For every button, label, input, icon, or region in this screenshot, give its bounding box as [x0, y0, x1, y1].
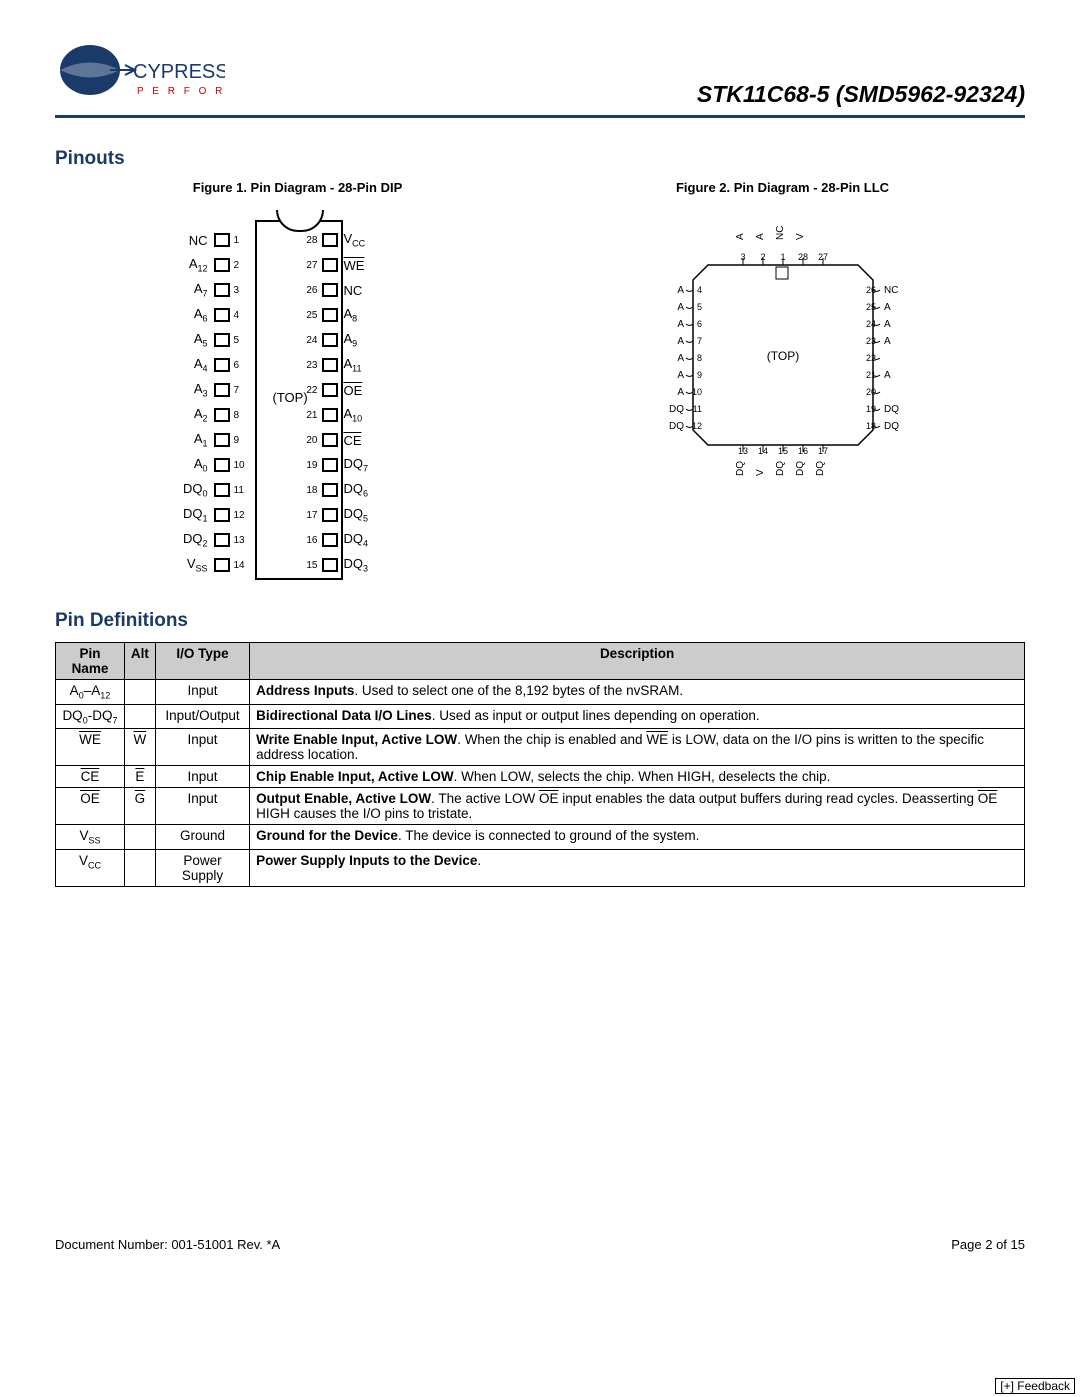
col-description: Description	[250, 643, 1025, 680]
dip-pin-row: VSS1415DQ3	[148, 553, 448, 577]
figure-1: Figure 1. Pin Diagram - 28-Pin DIP (TOP)…	[55, 180, 540, 590]
dip-pin-row: A7326NC	[148, 278, 448, 302]
figure-1-caption: Figure 1. Pin Diagram - 28-Pin DIP	[55, 180, 540, 195]
dip-pin-row: A1920CE	[148, 428, 448, 452]
svg-text:CYPRESS: CYPRESS	[133, 61, 225, 83]
svg-text:A0: A0	[677, 387, 684, 398]
svg-text:A5: A5	[677, 302, 684, 313]
llc-diagram: (TOP) 3A72A121NC28VCC27WEA64A55A46A37A28…	[638, 220, 928, 480]
svg-text:DQ7: DQ7	[884, 404, 899, 415]
dip-pin-row: DQ11217DQ5	[148, 503, 448, 527]
svg-text:A10: A10	[884, 370, 891, 381]
svg-text:A6: A6	[677, 285, 684, 296]
svg-text:DQ6: DQ6	[884, 421, 899, 432]
cypress-logo: CYPRESS P E R F O R M	[55, 40, 225, 110]
dip-pin-row: A12227WE	[148, 253, 448, 277]
table-row: VCCPower SupplyPower Supply Inputs to th…	[56, 850, 1025, 887]
svg-text:(TOP): (TOP)	[766, 349, 798, 363]
svg-text:A11: A11	[884, 336, 891, 347]
svg-text:19: 19	[866, 404, 876, 414]
table-row: CEEInputChip Enable Input, Active LOW. W…	[56, 766, 1025, 788]
table-row: DQ0-DQ7Input/OutputBidirectional Data I/…	[56, 704, 1025, 729]
page-footer: Document Number: 001-51001 Rev. *A Page …	[55, 1237, 1025, 1252]
dip-pin-row: A4623A11	[148, 353, 448, 377]
svg-text:A7: A7	[735, 233, 746, 240]
table-header-row: Pin Name Alt I/O Type Description	[56, 643, 1025, 680]
svg-text:21: 21	[866, 370, 876, 380]
table-row: OEGInputOutput Enable, Active LOW. The a…	[56, 788, 1025, 825]
table-row: VSSGroundGround for the Device. The devi…	[56, 825, 1025, 850]
page-header: CYPRESS P E R F O R M STK11C68-5 (SMD596…	[55, 40, 1025, 118]
svg-text:VCC: VCC	[795, 233, 806, 240]
page-number: Page 2 of 15	[951, 1237, 1025, 1252]
svg-text:A2: A2	[677, 353, 684, 364]
dip-pin-row: NC128VCC	[148, 228, 448, 252]
dip-diagram: (TOP) NC128VCCA12227WEA7326NCA6425A8A552…	[148, 220, 448, 590]
svg-text:VSS: VSS	[755, 469, 766, 476]
part-number: STK11C68-5 (SMD5962-92324)	[697, 81, 1025, 110]
svg-text:DQ1: DQ1	[669, 421, 684, 432]
svg-text:20: 20	[866, 387, 876, 397]
dip-pin-row: DQ01118DQ6	[148, 478, 448, 502]
svg-text:4: 4	[696, 285, 701, 295]
svg-text:26: 26	[866, 285, 876, 295]
figure-2-caption: Figure 2. Pin Diagram - 28-Pin LLC	[540, 180, 1025, 195]
svg-text:22: 22	[866, 353, 876, 363]
dip-pin-row: A6425A8	[148, 303, 448, 327]
pin-definitions-table: Pin Name Alt I/O Type Description A0–A12…	[55, 642, 1025, 887]
figure-2: Figure 2. Pin Diagram - 28-Pin LLC (TOP)…	[540, 180, 1025, 590]
svg-text:A3: A3	[677, 336, 684, 347]
section-pinouts: Pinouts	[55, 148, 1025, 170]
dip-pin-row: A01019DQ7	[148, 453, 448, 477]
svg-text:9: 9	[696, 370, 701, 380]
doc-number: Document Number: 001-51001 Rev. *A	[55, 1237, 280, 1252]
svg-text:5: 5	[696, 302, 701, 312]
dip-pin-row: A5524A9	[148, 328, 448, 352]
svg-text:25: 25	[866, 302, 876, 312]
svg-text:10: 10	[691, 387, 701, 397]
dip-pin-row: A3722OE	[148, 378, 448, 402]
svg-text:A1: A1	[677, 370, 684, 381]
svg-text:P E R F O R M: P E R F O R M	[137, 86, 225, 97]
dip-pin-row: A2821A10	[148, 403, 448, 427]
svg-text:A8: A8	[884, 302, 891, 313]
svg-text:A12: A12	[755, 233, 766, 240]
col-pin-name: Pin Name	[56, 643, 125, 680]
dip-pin-row: DQ21316DQ4	[148, 528, 448, 552]
svg-text:DQ4: DQ4	[795, 461, 806, 476]
svg-text:7: 7	[696, 336, 701, 346]
svg-text:DQ3: DQ3	[775, 461, 786, 476]
svg-text:23: 23	[866, 336, 876, 346]
svg-text:11: 11	[692, 404, 701, 414]
col-alt: Alt	[124, 643, 155, 680]
svg-text:6: 6	[696, 319, 701, 329]
svg-text:A4: A4	[677, 319, 684, 330]
svg-text:A9: A9	[884, 319, 891, 330]
feedback-button[interactable]: [+] Feedback	[995, 1378, 1075, 1394]
svg-text:18: 18	[866, 421, 876, 431]
svg-text:12: 12	[691, 421, 701, 431]
svg-text:DQ5: DQ5	[815, 461, 826, 476]
svg-text:NC: NC	[775, 226, 786, 240]
svg-text:DQ0: DQ0	[669, 404, 684, 415]
svg-text:8: 8	[696, 353, 701, 363]
section-pin-definitions: Pin Definitions	[55, 610, 1025, 632]
table-row: WEWInputWrite Enable Input, Active LOW. …	[56, 729, 1025, 766]
svg-text:NC: NC	[884, 285, 898, 296]
svg-text:24: 24	[866, 319, 876, 329]
col-io-type: I/O Type	[155, 643, 249, 680]
svg-text:DQ2: DQ2	[735, 461, 746, 476]
table-row: A0–A12InputAddress Inputs. Used to selec…	[56, 680, 1025, 705]
